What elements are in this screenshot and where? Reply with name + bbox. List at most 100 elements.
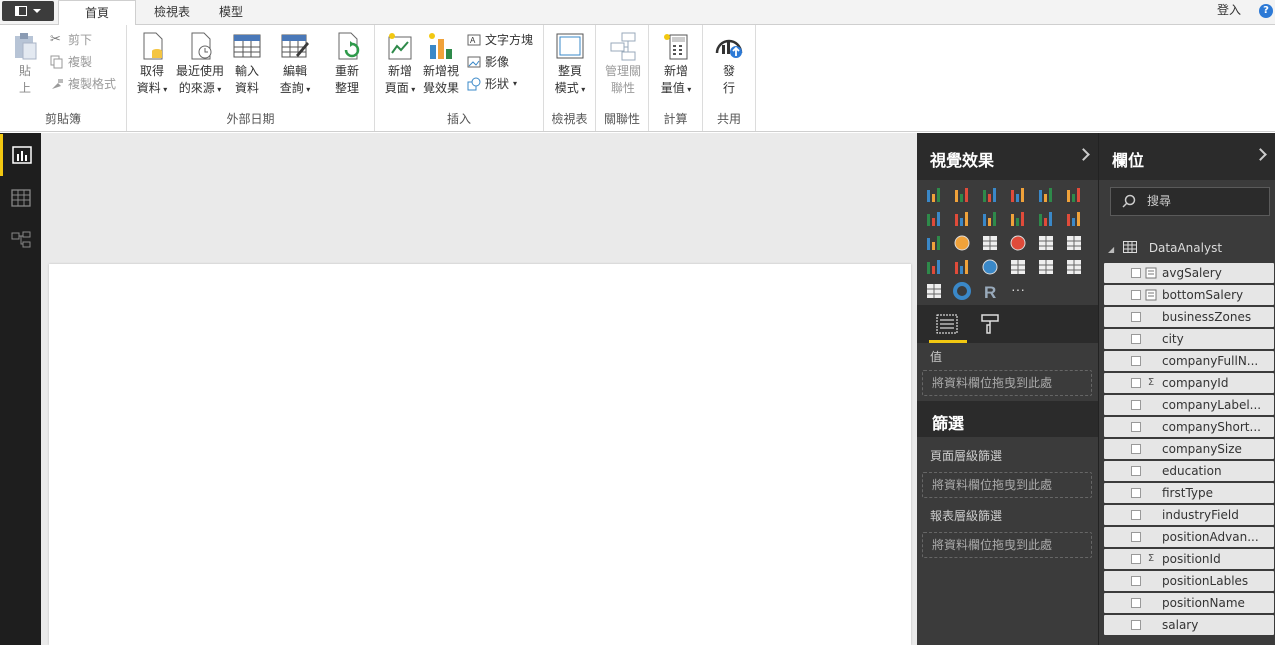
field-checkbox[interactable]	[1131, 598, 1141, 608]
stacked-bar-visual-icon[interactable]	[925, 186, 943, 204]
field-item[interactable]: avgSalery	[1104, 263, 1274, 283]
field-checkbox[interactable]	[1131, 378, 1141, 388]
report-view-button[interactable]	[0, 134, 41, 176]
recent-sources-button[interactable]: 最近使用 的來源 ▾	[174, 31, 226, 98]
clustered-bar-visual-icon[interactable]	[981, 186, 999, 204]
field-checkbox[interactable]	[1131, 620, 1141, 630]
multi-row-card-visual-icon[interactable]	[1037, 258, 1055, 276]
fields-search-input[interactable]: 搜尋	[1110, 187, 1270, 216]
kpi-visual-icon[interactable]	[1065, 258, 1083, 276]
manage-relationships-button[interactable]: 管理關 聯性	[602, 31, 644, 97]
pie-visual-icon[interactable]	[953, 234, 971, 252]
area-visual-icon[interactable]	[953, 210, 971, 228]
field-item[interactable]: city	[1104, 329, 1274, 349]
edit-queries-button[interactable]: 編輯 查詢 ▾	[275, 31, 315, 98]
field-item[interactable]: positionLables	[1104, 571, 1274, 591]
page-filters-drop-zone[interactable]: 將資料欄位拖曳到此處	[922, 472, 1092, 498]
field-checkbox[interactable]	[1131, 268, 1141, 278]
tab-view[interactable]: 檢視表	[140, 0, 204, 25]
card-visual-icon[interactable]	[1009, 258, 1027, 276]
table-visual-icon[interactable]	[1037, 234, 1055, 252]
line-clustered-column-visual-icon[interactable]	[1037, 210, 1055, 228]
field-checkbox[interactable]	[1131, 356, 1141, 366]
more-visual-icon[interactable]: ···	[1009, 281, 1027, 300]
100-stacked-column-visual-icon[interactable]	[1065, 186, 1083, 204]
fields-tab[interactable]	[929, 311, 967, 343]
scatter-visual-icon[interactable]	[925, 234, 943, 252]
format-painter-button[interactable]: 複製格式	[50, 74, 116, 94]
shapes-button[interactable]: 形狀 ▾	[467, 74, 517, 94]
publish-button[interactable]: 發行	[711, 31, 747, 97]
field-checkbox[interactable]	[1131, 334, 1141, 344]
field-checkbox[interactable]	[1131, 466, 1141, 476]
new-page-button[interactable]: 新增 頁面 ▾	[381, 31, 419, 98]
clustered-column-visual-icon[interactable]	[1009, 186, 1027, 204]
field-item[interactable]: ΣpositionId	[1104, 549, 1274, 569]
tab-model[interactable]: 模型	[206, 0, 256, 25]
image-button[interactable]: 影像	[467, 52, 509, 72]
field-item[interactable]: businessZones	[1104, 307, 1274, 327]
field-item[interactable]: positionAdvan...	[1104, 527, 1274, 547]
paste-button[interactable]: 貼上	[8, 31, 42, 97]
report-page[interactable]	[49, 264, 911, 645]
enter-data-button[interactable]: 輸入 資料	[230, 31, 264, 97]
file-menu-button[interactable]	[2, 1, 54, 21]
new-measure-button[interactable]: 新增 量值 ▾	[656, 31, 696, 98]
page-view-button[interactable]: 整頁 模式 ▾	[550, 31, 590, 98]
field-item[interactable]: companySize	[1104, 439, 1274, 459]
donut-visual-icon[interactable]	[953, 282, 971, 300]
filled-map-visual-icon[interactable]	[925, 258, 943, 276]
report-filters-drop-zone[interactable]: 將資料欄位拖曳到此處	[922, 532, 1092, 558]
chevron-right-icon[interactable]	[1077, 148, 1090, 161]
table-node[interactable]: ◢ DataAnalyst	[1108, 237, 1275, 259]
field-checkbox[interactable]	[1131, 576, 1141, 586]
ribbon-visual-icon[interactable]	[1065, 210, 1083, 228]
100-stacked-bar-visual-icon[interactable]	[1037, 186, 1055, 204]
field-item[interactable]: education	[1104, 461, 1274, 481]
copy-button[interactable]: 複製	[50, 52, 92, 72]
slicer-visual-icon[interactable]	[925, 282, 943, 300]
data-view-button[interactable]	[0, 177, 41, 219]
field-item[interactable]: companyFullN...	[1104, 351, 1274, 371]
textbox-button[interactable]: A 文字方塊	[467, 30, 533, 50]
tab-home[interactable]: 首頁	[58, 0, 136, 25]
field-item[interactable]: positionName	[1104, 593, 1274, 613]
field-checkbox[interactable]	[1131, 400, 1141, 410]
treemap-visual-icon[interactable]	[981, 234, 999, 252]
field-checkbox[interactable]	[1131, 422, 1141, 432]
chevron-right-icon[interactable]	[1254, 148, 1267, 161]
field-checkbox[interactable]	[1131, 532, 1141, 542]
sign-in-link[interactable]: 登入	[1217, 1, 1241, 18]
field-checkbox[interactable]	[1131, 554, 1141, 564]
field-checkbox[interactable]	[1131, 290, 1141, 300]
line-visual-icon[interactable]	[925, 210, 943, 228]
map-visual-icon[interactable]	[1009, 234, 1027, 252]
help-icon[interactable]: ?	[1259, 4, 1273, 18]
cut-button[interactable]: ✂ 剪下	[50, 30, 92, 50]
format-tab[interactable]	[975, 311, 1005, 343]
field-item[interactable]: ΣcompanyId	[1104, 373, 1274, 393]
values-drop-zone[interactable]: 將資料欄位拖曳到此處	[922, 370, 1092, 396]
gauge-visual-icon[interactable]	[981, 258, 999, 276]
r-script-visual-icon[interactable]: R	[981, 282, 999, 302]
field-item[interactable]: firstType	[1104, 483, 1274, 503]
funnel-visual-icon[interactable]	[953, 258, 971, 276]
field-item[interactable]: companyShort...	[1104, 417, 1274, 437]
field-item[interactable]: bottomSalery	[1104, 285, 1274, 305]
field-checkbox[interactable]	[1131, 510, 1141, 520]
matrix-visual-icon[interactable]	[1065, 234, 1083, 252]
stacked-column-visual-icon[interactable]	[953, 186, 971, 204]
collapse-triangle-icon[interactable]: ◢	[1108, 245, 1114, 254]
new-visual-button[interactable]: 新增視 覺效果	[421, 31, 461, 97]
stacked-area-visual-icon[interactable]	[981, 210, 999, 228]
line-column-visual-icon[interactable]	[1009, 210, 1027, 228]
refresh-button[interactable]: 重新 整理	[330, 31, 364, 97]
field-checkbox[interactable]	[1131, 488, 1141, 498]
field-item[interactable]: salary	[1104, 615, 1274, 635]
get-data-button[interactable]: 取得 資料 ▾	[133, 31, 171, 98]
field-checkbox[interactable]	[1131, 312, 1141, 322]
field-item[interactable]: industryField	[1104, 505, 1274, 525]
relationships-view-button[interactable]	[0, 219, 41, 261]
field-checkbox[interactable]	[1131, 444, 1141, 454]
field-item[interactable]: companyLabel...	[1104, 395, 1274, 415]
